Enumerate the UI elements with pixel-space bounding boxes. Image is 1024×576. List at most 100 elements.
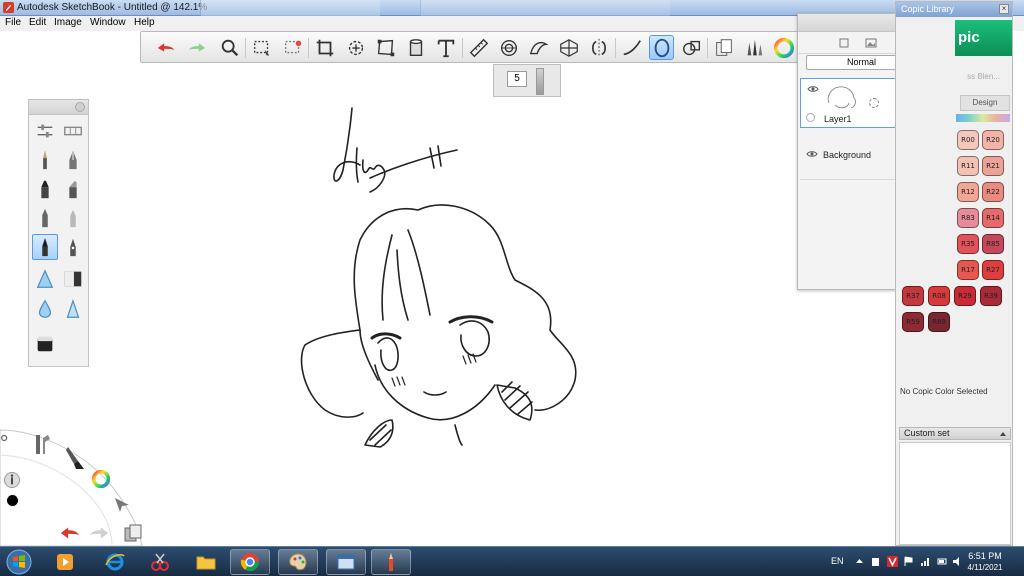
clipboard-icon[interactable] [870,556,881,567]
taskbar-internet-explorer[interactable] [95,549,135,575]
clock-date[interactable]: 4/11/2021 [960,563,1010,572]
clock-time[interactable]: 6:51 PM [960,551,1010,561]
zoom-button[interactable] [217,35,242,60]
copic-search-input[interactable]: ss Blen... [900,72,1008,86]
menu-help[interactable]: Help [134,17,155,28]
taskbar-paint-app[interactable] [278,549,318,575]
lagoon-copy-button[interactable] [122,522,144,544]
lagoon-tools-button[interactable] [32,432,52,456]
start-button[interactable] [4,549,34,575]
custom-set-area[interactable] [899,442,1011,545]
ellipse-tool-button[interactable] [649,35,674,60]
text-button[interactable] [433,35,458,60]
ellipse-guide-button[interactable] [496,35,521,60]
eye-icon[interactable] [806,150,818,158]
blur-brush[interactable] [32,296,58,322]
copic-swatch[interactable]: R17 [957,260,979,280]
image-layer-icon[interactable] [865,37,877,49]
tab-design[interactable]: Design [960,95,1010,111]
signal-icon[interactable] [920,556,931,567]
chisel-marker-brush[interactable] [60,176,86,202]
copic-swatch[interactable]: R85 [982,234,1004,254]
taskbar-chrome[interactable] [230,549,270,575]
select-lasso-button[interactable] [280,35,305,60]
ballpoint-brush[interactable] [32,205,58,231]
menu-edit[interactable]: Edit [29,17,46,28]
perspective-button[interactable] [556,35,581,60]
line-button[interactable] [619,35,644,60]
redo-button[interactable] [184,35,209,60]
copic-swatch[interactable]: R08 [928,286,950,306]
layer-radio[interactable] [806,113,815,122]
shapes-button[interactable] [679,35,704,60]
fountain-pen-brush[interactable] [60,234,86,260]
copic-swatch[interactable]: R29 [954,286,976,306]
crop-button[interactable] [312,35,337,60]
lagoon-select-button[interactable] [112,495,132,515]
taskbar-media-player[interactable] [45,549,85,575]
smudge-brush[interactable] [32,266,58,292]
flag-icon[interactable] [903,556,914,567]
copic-swatch[interactable]: R20 [982,130,1004,150]
select-rect-button[interactable] [249,35,274,60]
copic-swatch[interactable]: R35 [957,234,979,254]
close-icon[interactable]: × [999,4,1009,14]
battery-icon[interactable] [937,556,948,567]
lagoon-color-swatch[interactable] [7,495,18,506]
copic-swatch[interactable]: R59 [902,312,924,332]
antivirus-icon[interactable] [887,556,898,567]
taskbar-snipping-tool[interactable] [140,549,180,575]
hard-eraser-brush[interactable] [32,330,58,356]
brush-palette-header[interactable] [29,100,88,115]
copic-swatch[interactable]: R83 [957,208,979,228]
copic-swatch[interactable]: R39 [980,286,1002,306]
marker-brush[interactable] [32,176,58,202]
menu-image[interactable]: Image [54,17,82,28]
undo-button[interactable] [153,35,178,60]
french-curve-button[interactable] [526,35,551,60]
color-wheel-button[interactable] [771,35,796,60]
taskbar-file-explorer[interactable] [186,549,226,575]
brush-pen-active[interactable] [32,234,58,260]
brush-settings-button[interactable] [32,118,58,144]
copic-swatch[interactable]: R14 [982,208,1004,228]
copic-swatch[interactable]: R11 [957,156,979,176]
copic-color-family-bar[interactable] [956,114,1010,122]
brush-size-slider[interactable] [536,68,544,95]
symmetry-button[interactable] [586,35,611,60]
ink-pen-brush[interactable] [60,147,86,173]
eye-icon[interactable] [807,85,819,93]
copic-swatch[interactable]: R22 [982,182,1004,202]
pencil-brush[interactable] [32,147,58,173]
fill-button[interactable] [403,35,428,60]
copic-swatch[interactable]: R00 [957,130,979,150]
lagoon-brush-button[interactable] [64,445,86,471]
sharpen-brush[interactable] [60,296,86,322]
menu-window[interactable]: Window [90,17,126,28]
language-indicator[interactable]: EN [831,556,844,566]
copic-swatch[interactable]: R27 [982,260,1004,280]
lagoon-redo-button[interactable] [86,522,112,544]
lagoon-gear-button[interactable] [0,432,10,444]
ruler-button[interactable] [466,35,491,60]
taskbar-sketchbook[interactable] [371,549,411,575]
copy-button[interactable] [711,35,736,60]
brush-library-button[interactable] [60,118,86,144]
lagoon-brush-info[interactable] [4,472,20,488]
copic-swatch[interactable]: R37 [902,286,924,306]
brush-size-field[interactable]: 5 [507,71,527,87]
brushes-button[interactable] [741,35,766,60]
add-layer-icon[interactable] [838,37,850,49]
close-icon[interactable] [75,102,85,112]
canvas-drawing[interactable] [295,100,595,450]
distort-button[interactable] [373,35,398,60]
lagoon-color-button[interactable] [90,468,112,490]
show-hidden-icons-icon[interactable] [854,556,865,567]
lagoon-undo-button[interactable] [57,522,83,544]
copic-swatch[interactable]: R12 [957,182,979,202]
transform-button[interactable] [343,35,368,60]
menu-file[interactable]: File [5,17,21,28]
airbrush-brush[interactable] [60,205,86,231]
copic-swatch[interactable]: R89 [928,312,950,332]
copic-swatch[interactable]: R21 [982,156,1004,176]
